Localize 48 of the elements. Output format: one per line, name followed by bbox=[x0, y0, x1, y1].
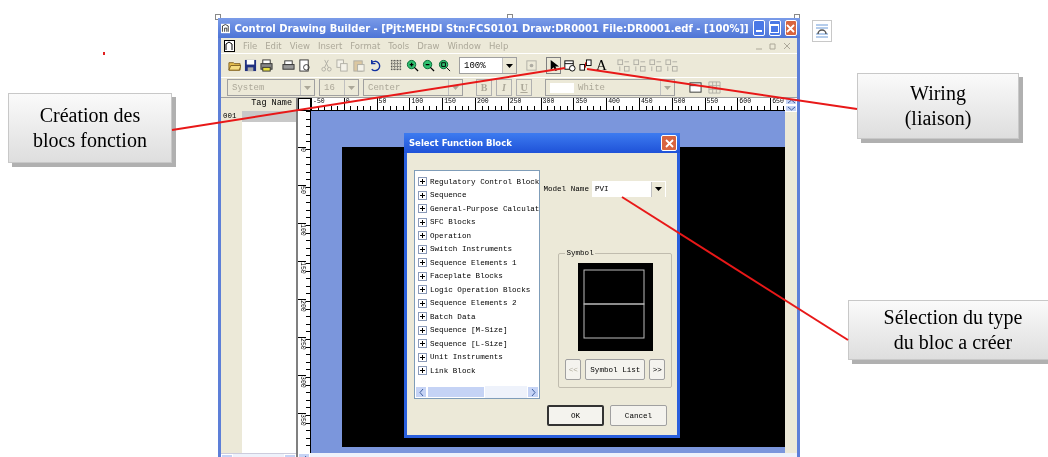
expand-icon[interactable] bbox=[418, 312, 427, 322]
stray-mark bbox=[103, 52, 105, 55]
text-tool-button[interactable]: A bbox=[594, 57, 609, 74]
expand-icon[interactable] bbox=[418, 190, 427, 200]
block-tree[interactable] bbox=[414, 170, 541, 399]
minimize-button[interactable] bbox=[752, 20, 765, 36]
expand-icon[interactable] bbox=[418, 298, 427, 308]
dropdown-icon bbox=[664, 85, 671, 90]
zoom-in-icon[interactable] bbox=[405, 57, 420, 74]
layout-icon[interactable] bbox=[524, 57, 539, 74]
app-icon bbox=[221, 21, 231, 35]
zoom-out-icon[interactable] bbox=[421, 57, 436, 74]
expand-icon[interactable] bbox=[418, 352, 427, 362]
callout-text: Wiring (liaison) bbox=[904, 81, 972, 131]
expand-icon[interactable] bbox=[418, 258, 427, 268]
zoom-dropdown[interactable]: 100% bbox=[459, 57, 517, 74]
layout-options-icon[interactable] bbox=[812, 20, 832, 42]
dropdown-icon bbox=[506, 63, 513, 68]
expand-icon[interactable] bbox=[418, 285, 427, 295]
expand-icon[interactable] bbox=[418, 325, 427, 335]
dropdown-icon bbox=[452, 85, 459, 90]
grid-icon[interactable] bbox=[389, 57, 404, 74]
expand-icon[interactable] bbox=[418, 339, 427, 349]
expand-icon[interactable] bbox=[418, 271, 427, 281]
wiring-icon[interactable] bbox=[578, 57, 593, 74]
expand-icon[interactable] bbox=[418, 204, 427, 214]
expand-icon[interactable] bbox=[418, 366, 427, 376]
table-icon[interactable] bbox=[707, 79, 722, 96]
expand-icon[interactable] bbox=[418, 244, 427, 254]
callout-text: Création des blocs fonction bbox=[33, 103, 147, 153]
expand-icon[interactable] bbox=[418, 231, 427, 241]
dropdown-icon bbox=[654, 187, 662, 191]
dialog-title: Select Function Block bbox=[409, 138, 513, 148]
window-title: Control Drawing Builder - [Pjt:MEHDI Stn:FCS0101 Draw:DR0001 File:DR0001.edf - [100%]] bbox=[234, 22, 749, 34]
color-swatch-icon bbox=[550, 82, 574, 93]
dropdown-icon bbox=[304, 85, 311, 90]
column-header: Tag Name bbox=[250, 98, 293, 110]
print-preview-icon[interactable] bbox=[297, 57, 312, 74]
zoom-fit-icon[interactable] bbox=[437, 57, 452, 74]
function-block-icon[interactable] bbox=[562, 57, 577, 74]
expand-icon[interactable] bbox=[418, 177, 427, 187]
pointer-icon[interactable] bbox=[546, 57, 561, 74]
align-icon[interactable] bbox=[616, 57, 631, 74]
expand-icon[interactable] bbox=[418, 217, 427, 227]
save-icon[interactable] bbox=[243, 57, 258, 74]
dropdown-icon bbox=[348, 85, 355, 90]
callout-text: Sélection du type du bloc a créer bbox=[883, 305, 1023, 355]
printer-icon[interactable] bbox=[259, 57, 274, 74]
